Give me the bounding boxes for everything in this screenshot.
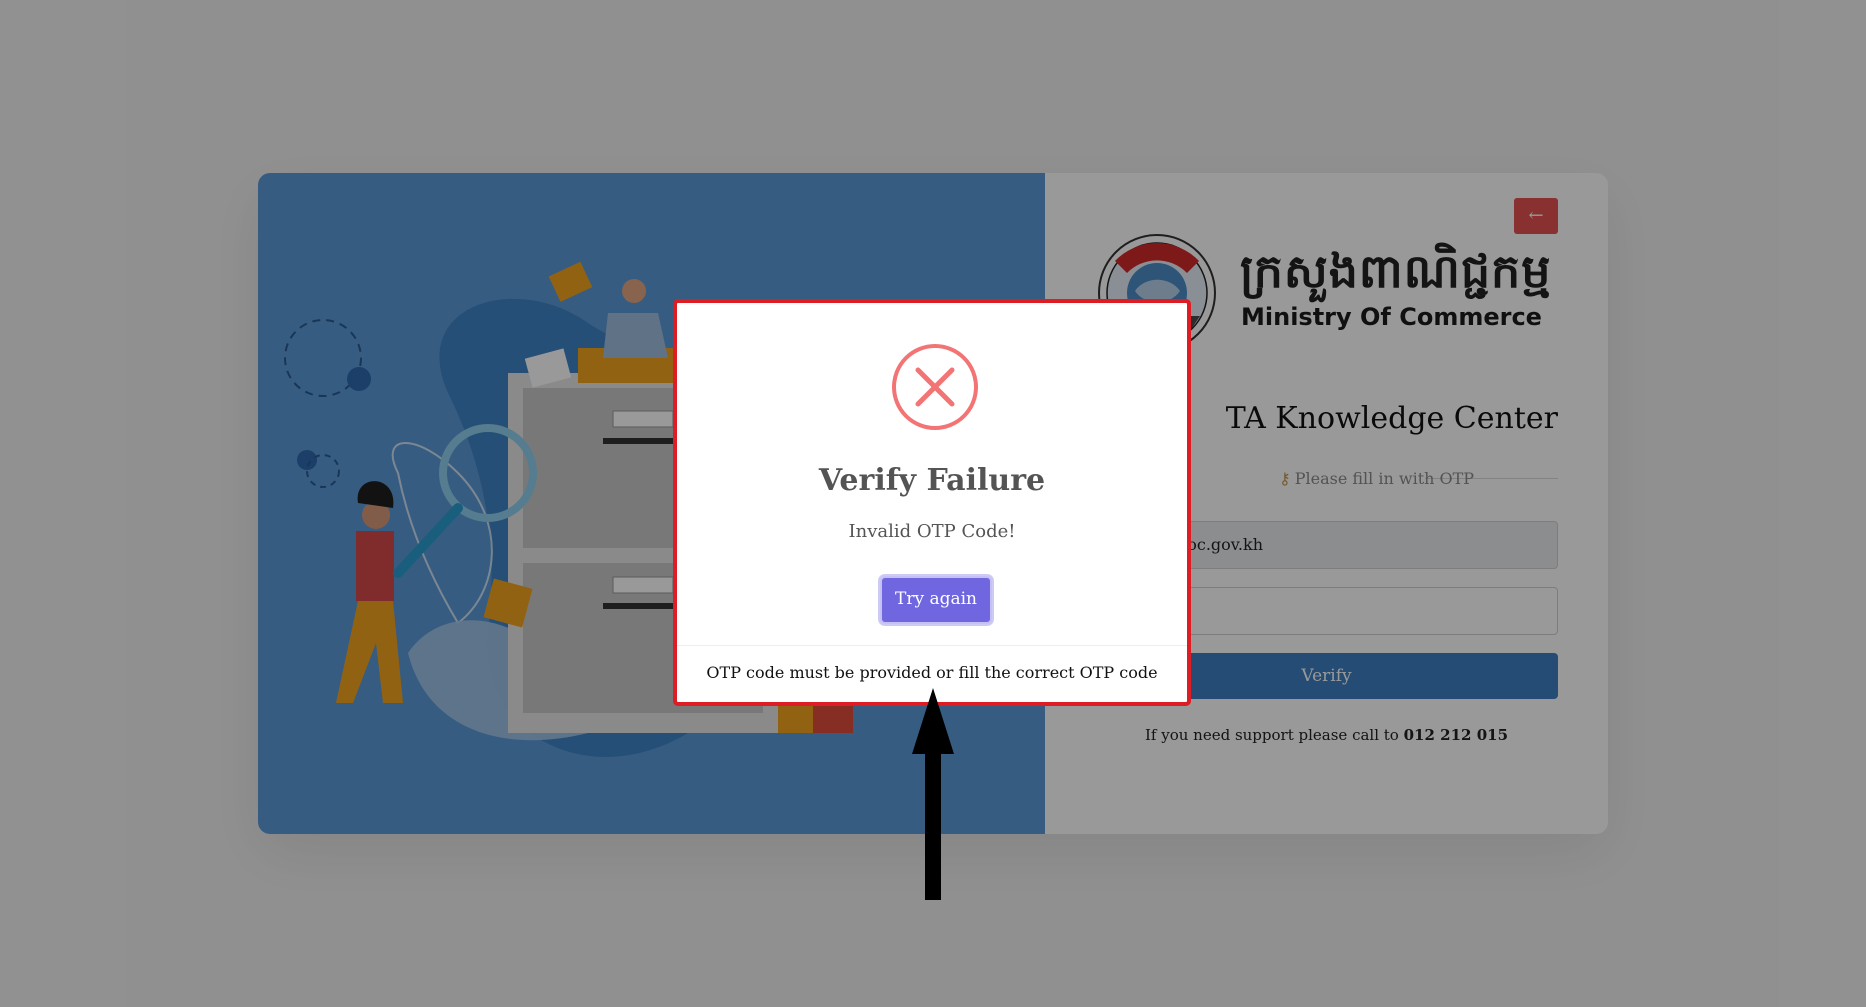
dialog-title: Verify Failure [818, 463, 1046, 498]
dialog-divider [677, 645, 1187, 646]
verify-failure-dialog: Verify Failure Invalid OTP Code! Try aga… [673, 299, 1191, 706]
dialog-message: Invalid OTP Code! [848, 521, 1016, 542]
error-x-icon [892, 344, 978, 430]
up-arrow-icon [912, 688, 954, 900]
try-again-button[interactable]: Try again [880, 576, 992, 624]
dialog-footer: OTP code must be provided or fill the co… [706, 663, 1158, 682]
